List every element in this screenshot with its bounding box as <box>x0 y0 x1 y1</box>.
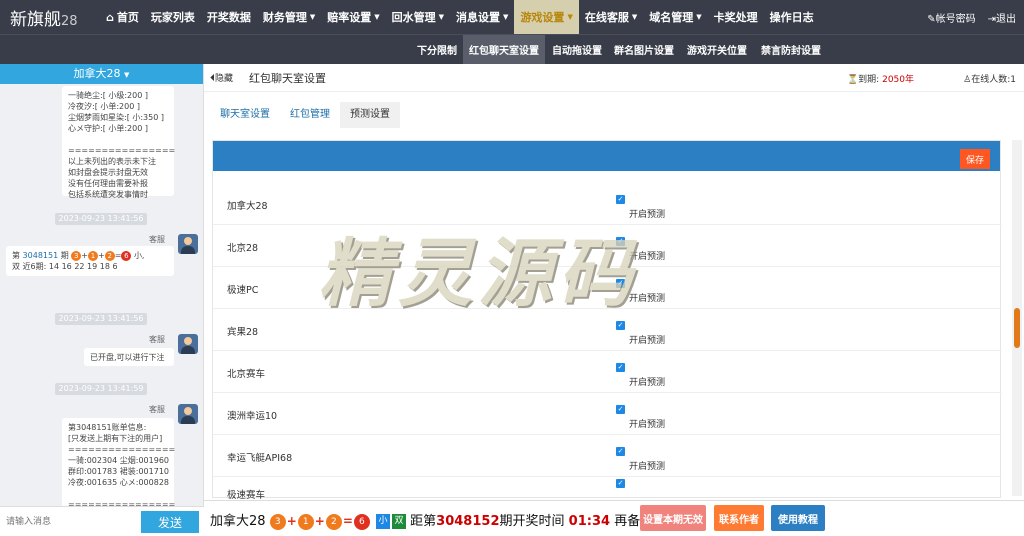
caret-down-icon: ▼ <box>309 13 316 21</box>
prediction-checkbox[interactable]: ✓ 开启预测 <box>616 447 665 472</box>
chat-room-selector[interactable]: 加拿大28 ▼ <box>0 64 203 84</box>
nav-draw-handling[interactable]: 卡奖处理 <box>708 0 764 34</box>
online-count: ♙在线人数:1 <box>963 75 1016 85</box>
subnav-game-switch[interactable]: 游戏开关位置 <box>681 35 753 64</box>
chat-input-row: 发送 <box>0 506 204 536</box>
user-icon: ♙ <box>963 75 972 85</box>
prediction-checkbox[interactable]: ✓ 开启预测 <box>616 405 665 430</box>
caret-down-icon: ▼ <box>631 13 638 21</box>
chat-sender: 客服 <box>149 235 165 244</box>
hide-sidebar-button[interactable]: ⏴隐藏 <box>210 71 233 84</box>
nav-online-service[interactable]: 在线客服 ▼ <box>579 0 643 34</box>
tab-chat-settings[interactable]: 聊天室设置 <box>210 102 280 128</box>
send-button[interactable]: 发送 <box>141 511 199 533</box>
chat-bubble-open: 已开盘,可以进行下注 <box>84 348 174 366</box>
nav-players[interactable]: 玩家列表 <box>145 0 201 34</box>
tab-prediction[interactable]: 预测设置 <box>340 102 400 128</box>
nav-finance[interactable]: 财务管理 ▼ <box>257 0 321 34</box>
game-row: 北京赛车 ✓ 开启预测 <box>213 351 1002 393</box>
game-name: 澳洲幸运10 <box>227 411 278 422</box>
page-title: 红包聊天室设置 <box>249 71 327 85</box>
chat-bubble-bill: 第3048151账单信息: [只发送上期有下注的用户] ============… <box>62 418 175 506</box>
nav-lottery-data[interactable]: 开奖数据 <box>201 0 257 34</box>
game-name: 北京28 <box>227 243 259 254</box>
subnav-redpacket-chat[interactable]: 红包聊天室设置 <box>463 35 545 64</box>
chat-messages[interactable]: 一骑绝尘:[ 小级:200 ] 冷夜汐:[ 小单:200 ] 尘烟梦雨如星染:[… <box>0 84 203 506</box>
edit-icon: ✎ <box>927 13 936 25</box>
chat-timestamp: 2023-09-23 13:41:59 <box>55 383 147 395</box>
caret-down-icon: ▼ <box>696 13 702 21</box>
nav-home[interactable]: ⌂ 首页 <box>100 0 145 34</box>
nav-domains[interactable]: 域名管理 ▼ <box>643 0 707 34</box>
game-name: 极速PC <box>227 285 259 296</box>
prediction-checkbox[interactable]: ✓ 开启预测 <box>616 321 665 346</box>
home-icon: ⌂ <box>106 10 114 24</box>
chat-timestamp: 2023-09-23 13:41:56 <box>55 213 147 225</box>
hourglass-icon: ⏳ <box>846 75 859 85</box>
check-icon: ✓ <box>616 321 625 330</box>
subnav-auto-drag[interactable]: 自动拖设置 <box>547 35 607 64</box>
avatar <box>178 334 198 354</box>
game-name: 宾果28 <box>227 327 259 338</box>
check-icon: ✓ <box>616 195 625 204</box>
game-name: 幸运飞艇API68 <box>227 453 293 464</box>
check-icon: ✓ <box>616 363 625 372</box>
caret-down-icon: ▼ <box>567 13 573 21</box>
chat-sender: 客服 <box>149 405 165 414</box>
game-name: 加拿大28 <box>227 201 268 212</box>
top-right-actions: ✎帐号密码 ⇥退出 <box>927 0 1016 34</box>
save-button[interactable]: 保存 <box>960 149 990 169</box>
settings-tabs: 聊天室设置 红包管理 预测设置 <box>210 102 400 128</box>
tab-redpacket[interactable]: 红包管理 <box>280 102 340 128</box>
caret-down-icon: ▼ <box>503 13 509 21</box>
game-row: 澳洲幸运10 ✓ 开启预测 <box>213 393 1002 435</box>
scrollbar-thumb[interactable] <box>1014 308 1020 348</box>
chat-panel: 加拿大28 ▼ 一骑绝尘:[ 小级:200 ] 冷夜汐:[ 小单:200 ] 尘… <box>0 64 204 536</box>
caret-down-icon: ▼ <box>438 13 445 21</box>
bottom-status-bar: 加拿大28 3 +1 +2 = 6 小双 距第3048152期开奖时间 01:34 再备… <box>204 500 1024 536</box>
nav-operation-log[interactable]: 操作日志 <box>764 0 820 34</box>
expiry-info: ⏳到期: 2050年 <box>846 75 914 85</box>
chat-sender: 客服 <box>149 335 165 344</box>
nav-rebate[interactable]: 回水管理 ▼ <box>386 0 450 34</box>
sub-navbar: 下分限制 红包聊天室设置 自动拖设置 群名图片设置 游戏开关位置 禁言防封设置 <box>0 34 1024 64</box>
watermark: 精灵源码 <box>318 231 638 317</box>
lottery-status: 加拿大28 3 +1 +2 = 6 小双 距第3048152期开奖时间 01:34 再备 <box>210 513 641 530</box>
game-name: 极速赛车 <box>227 490 266 499</box>
top-navbar: 新旗舰28 ⌂ 首页 玩家列表 开奖数据 财务管理 ▼ 赔率设置 ▼ 回水管理 ▼ 消息… <box>0 0 1024 34</box>
check-icon: ✓ <box>616 447 625 456</box>
avatar <box>178 234 198 254</box>
logout-icon: ⇥ <box>987 13 996 25</box>
logout-link[interactable]: ⇥退出 <box>988 10 1016 25</box>
nav-odds[interactable]: 赔率设置 ▼ <box>321 0 385 34</box>
check-icon: ✓ <box>616 479 625 488</box>
nav-messages[interactable]: 消息设置 ▼ <box>450 0 514 34</box>
prediction-checkbox[interactable]: ✓ <box>616 479 625 489</box>
main-nav: ⌂ 首页 玩家列表 开奖数据 财务管理 ▼ 赔率设置 ▼ 回水管理 ▼ 消息设置 ▼ 游戏… <box>100 0 820 34</box>
nav-game-settings[interactable]: 游戏设置 ▼ <box>514 0 579 34</box>
game-row: 极速赛车 ✓ <box>213 477 1002 499</box>
brand-logo[interactable]: 新旗舰28 <box>0 5 100 30</box>
account-password-link[interactable]: ✎帐号密码 <box>927 10 975 25</box>
chat-message-input[interactable] <box>6 512 136 532</box>
invalidate-period-button[interactable]: 设置本期无效 <box>640 505 706 531</box>
tutorial-button[interactable]: 使用教程 <box>771 505 825 531</box>
subnav-withdraw-limit[interactable]: 下分限制 <box>411 35 463 64</box>
chat-timestamp: 2023-09-23 13:41:56 <box>55 313 147 325</box>
chat-bubble-result: 第 3048151 期 3 +1 +2 = 6 小, 双 近6期: 14 16 22 1… <box>6 246 174 276</box>
chat-bubble-bets: 一骑绝尘:[ 小级:200 ] 冷夜汐:[ 小单:200 ] 尘烟梦雨如星染:[… <box>62 86 175 199</box>
page-scrollbar[interactable] <box>1012 140 1022 496</box>
check-icon: ✓ <box>616 405 625 414</box>
prediction-checkbox[interactable]: ✓ 开启预测 <box>616 363 665 388</box>
contact-author-button[interactable]: 联系作者 <box>714 505 764 531</box>
subnav-group-image[interactable]: 群名图片设置 <box>609 35 679 64</box>
game-name: 北京赛车 <box>227 369 266 380</box>
avatar <box>178 404 198 424</box>
caret-down-icon: ▼ <box>124 71 130 79</box>
panel-header: 保存 <box>213 141 1000 171</box>
caret-down-icon: ▼ <box>374 13 380 21</box>
subnav-mute-settings[interactable]: 禁言防封设置 <box>755 35 827 64</box>
game-row: 幸运飞艇API68 ✓ 开启预测 <box>213 435 1002 477</box>
